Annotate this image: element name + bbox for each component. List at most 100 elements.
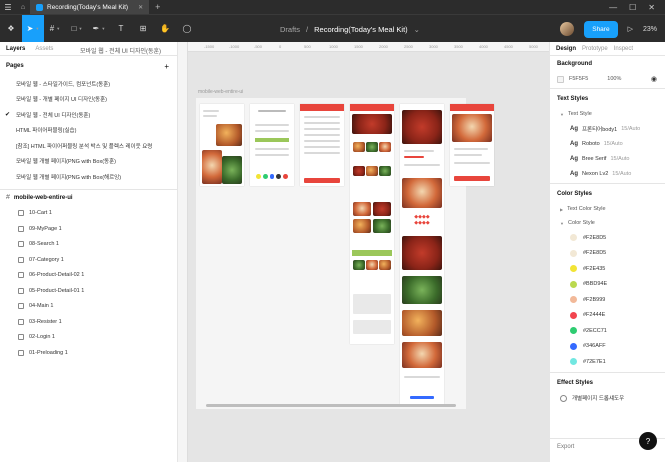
- background-row[interactable]: F5F5F5 100% ◉: [550, 72, 665, 86]
- zoom-level[interactable]: 23%: [643, 26, 657, 33]
- screen-login[interactable]: [250, 104, 294, 186]
- text-style-item[interactable]: Ag Bree Serif 15/Auto: [550, 151, 665, 166]
- layer-item[interactable]: 05-Product-Detail-01 1: [0, 283, 177, 299]
- tab-prototype[interactable]: Prototype: [582, 46, 608, 52]
- page-item[interactable]: HTML 파이어퍼블링(실습): [0, 123, 177, 139]
- tab-inspect[interactable]: Inspect: [614, 46, 633, 52]
- tab-layers[interactable]: Layers: [6, 46, 25, 52]
- color-style-item[interactable]: #F2B999: [550, 292, 665, 308]
- color-styles-title: Color Styles: [557, 191, 593, 197]
- chevron-down-icon[interactable]: ⌄: [414, 25, 420, 34]
- layer-frame-name: mobile-web-entire-ui: [13, 194, 73, 201]
- color-style-item[interactable]: #F2E435: [550, 261, 665, 277]
- maximize-icon[interactable]: ☐: [629, 3, 636, 12]
- page-item[interactable]: ✔ 모바일 웹 - 전체 UI 디자인(동훈): [0, 107, 177, 123]
- canvas[interactable]: -1500 -1000 -500 0 500 1000 1500 2000 2500 3000 35…: [178, 42, 549, 462]
- breadcrumb: Drafts / Recording(Today's Meal Kit) ⌄: [280, 15, 420, 43]
- help-button[interactable]: ?: [639, 432, 657, 450]
- menu-icon[interactable]: ☰: [0, 0, 16, 14]
- screen-product-detail-01[interactable]: ◆◆◆◆ ◆◆◆◆: [400, 104, 444, 404]
- close-tab-icon[interactable]: ✕: [138, 4, 143, 11]
- page-item-label: 모바일 웹 - 스타일가이드, 컴포넌트(동훈): [16, 81, 111, 88]
- comment-tool-icon[interactable]: ◯: [176, 15, 198, 43]
- hand-tool-icon[interactable]: ✋: [154, 15, 176, 43]
- move-tool-icon[interactable]: ➤ ▼: [22, 14, 44, 43]
- screen-preloading[interactable]: [200, 104, 244, 186]
- text-style-item[interactable]: Ag Nexon Lv2 15/Auto: [550, 166, 665, 181]
- text-style-item[interactable]: Ag Roboto 15/Auto: [550, 136, 665, 151]
- page-item-label: 모바일 웹 개별 페이지(PNG with Box(동훈): [16, 159, 116, 166]
- breadcrumb-drafts[interactable]: Drafts: [280, 25, 300, 34]
- image-layer-icon: [18, 256, 24, 263]
- layer-item[interactable]: 02-Login 1: [0, 330, 177, 346]
- color-style-item[interactable]: #F2E8D5: [550, 246, 665, 262]
- screen-header: [450, 104, 494, 111]
- file-name[interactable]: Recording(Today's Meal Kit): [314, 25, 408, 34]
- mobile-web-entire-ui-frame[interactable]: ◆◆◆◆ ◆◆◆◆: [196, 98, 494, 409]
- tab-assets[interactable]: Assets: [35, 46, 53, 52]
- text-tool-icon[interactable]: T: [110, 15, 132, 43]
- present-icon[interactable]: ▷: [628, 25, 633, 33]
- minimize-icon[interactable]: —: [609, 3, 617, 12]
- layer-frame[interactable]: # mobile-web-entire-ui: [0, 190, 177, 206]
- color-style-item[interactable]: #F2444E: [550, 308, 665, 324]
- frame-label[interactable]: mobile-web-entire-ui: [198, 89, 243, 95]
- window-close-icon[interactable]: ✕: [648, 3, 655, 12]
- pen-tool-icon[interactable]: ✒ ▼: [88, 15, 110, 43]
- layer-item[interactable]: 10-Cart 1: [0, 206, 177, 222]
- layer-item[interactable]: 03-Resister 1: [0, 314, 177, 330]
- home-icon[interactable]: ⌂: [16, 0, 30, 14]
- background-hex[interactable]: F5F5F5: [569, 76, 588, 82]
- color-style-item[interactable]: #F2E8D5: [550, 230, 665, 246]
- image-layer-icon: [18, 272, 24, 279]
- color-style-name: #F2E435: [583, 265, 606, 272]
- screen-main[interactable]: [350, 104, 394, 344]
- tab-design[interactable]: Design: [556, 46, 576, 52]
- new-tab-icon[interactable]: +: [155, 2, 160, 12]
- file-tab[interactable]: Recording(Today's Meal Kit) ✕: [30, 0, 150, 14]
- text-color-style-label: Text Color Style: [567, 206, 606, 212]
- ruler-tick: -500: [254, 44, 263, 49]
- avatar[interactable]: [560, 22, 575, 36]
- page-item[interactable]: 모바일 웹 개별 페이지(PNG with Box(동훈): [0, 154, 177, 170]
- layer-item[interactable]: 08-Search 1: [0, 237, 177, 253]
- layer-item[interactable]: 07-Category 1: [0, 252, 177, 268]
- color-style-item[interactable]: #BBD94E: [550, 277, 665, 293]
- figma-menu-icon[interactable]: ❖: [0, 15, 22, 43]
- text-style-ag: Ag: [570, 170, 578, 177]
- layer-item[interactable]: 09-MyPage 1: [0, 221, 177, 237]
- text-style-item[interactable]: Ag 프론티어body1 15/Auto: [550, 121, 665, 136]
- color-style-item[interactable]: #346AFF: [550, 339, 665, 355]
- layer-item[interactable]: 01-Preloading 1: [0, 345, 177, 361]
- ruler-top: -1500 -1000 -500 0 500 1000 1500 2000 2500 3000 35…: [178, 42, 549, 52]
- background-swatch[interactable]: [557, 75, 564, 83]
- page-breadcrumb[interactable]: 모바일 웹 - 전체 UI 디자인(동훈): [80, 46, 161, 55]
- effect-style-label: 개별페이지 드롭섀도우: [572, 396, 625, 402]
- add-page-icon[interactable]: +: [164, 62, 169, 71]
- page-item[interactable]: 모바일 웹 - 스타일가이드, 컴포넌트(동훈): [0, 76, 177, 92]
- triangle-down-icon: ▼: [560, 220, 564, 226]
- color-style-item[interactable]: #2ECC71: [550, 323, 665, 339]
- color-style-item[interactable]: #72E7E1: [550, 354, 665, 370]
- page-item[interactable]: 모바일 웹 - 개별 페이지 UI 디자인(동훈): [0, 92, 177, 108]
- text-color-style-group[interactable]: ▶ Text Color Style: [550, 202, 665, 216]
- text-style-group[interactable]: ▼ Text Style: [550, 107, 665, 121]
- share-button[interactable]: Share: [584, 20, 618, 38]
- canvas-scrollbar[interactable]: [206, 404, 456, 407]
- page-item[interactable]: [참조] HTML 파이어퍼블링 분석 박스 및 플렉스 레이웃 요령: [0, 138, 177, 154]
- shape-tool-icon[interactable]: □ ▼: [66, 15, 88, 43]
- layer-item[interactable]: 06-Product-Detail-02 1: [0, 268, 177, 284]
- background-opacity[interactable]: 100%: [607, 76, 621, 82]
- screen-register[interactable]: [300, 104, 344, 186]
- eye-icon[interactable]: ◉: [651, 75, 657, 83]
- color-swatch: [570, 311, 577, 319]
- frame-tool-icon[interactable]: # ▼: [44, 15, 66, 43]
- page-item[interactable]: 모바일 웹 개별 페이지(PNG with Box(해르잉): [0, 169, 177, 185]
- screen-product-detail-02[interactable]: [450, 104, 494, 186]
- color-style-group[interactable]: ▼ Color Style: [550, 216, 665, 230]
- ruler-tick: 500: [304, 44, 311, 49]
- effect-style-item[interactable]: 개별페이지 드롭섀도우: [550, 391, 665, 406]
- color-swatch: [570, 296, 577, 304]
- resources-icon[interactable]: ⊞: [132, 15, 154, 43]
- layer-item[interactable]: 04-Main 1: [0, 299, 177, 315]
